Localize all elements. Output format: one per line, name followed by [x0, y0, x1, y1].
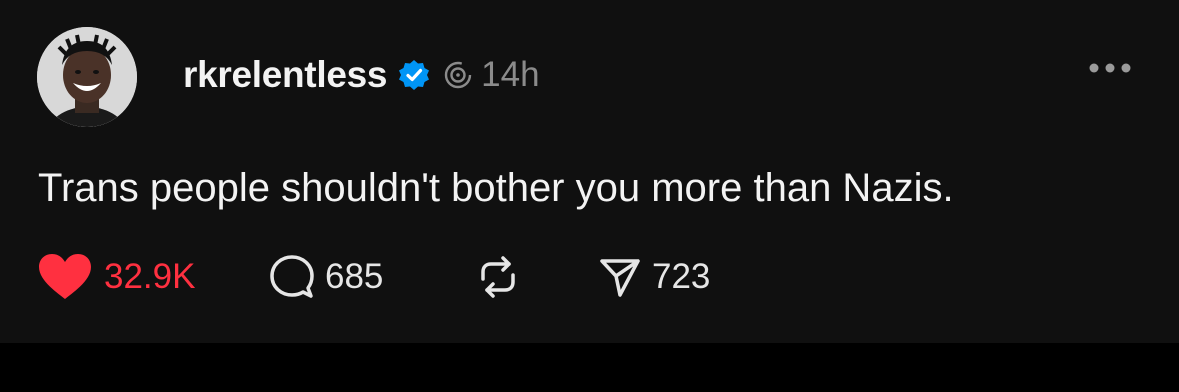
username[interactable]: rkrelentless: [183, 54, 387, 96]
post-card: rkrelentless 14h Trans people shouldn't …: [0, 0, 1179, 343]
verified-badge-icon: [399, 60, 430, 90]
like-button[interactable]: 32.9K: [36, 252, 217, 302]
repost-icon: [481, 256, 515, 298]
comment-bubble-icon: [270, 255, 314, 298]
avatar[interactable]: [37, 27, 137, 127]
reply-count: 685: [325, 257, 384, 296]
post-time: 14h: [481, 55, 540, 94]
like-count: 32.9K: [104, 257, 196, 296]
share-count: 723: [652, 257, 711, 296]
share-button[interactable]: 723: [598, 255, 710, 299]
avatar-image: [37, 27, 137, 127]
post-header: rkrelentless 14h: [183, 50, 540, 100]
bottom-bar: [0, 343, 1179, 392]
threads-spiral-icon: [444, 61, 472, 89]
heart-icon: [39, 254, 91, 299]
send-icon: [600, 259, 640, 297]
post-actions: 32.9K 685 723: [36, 251, 710, 303]
post-text: Trans people shouldn't bother you more t…: [38, 166, 954, 210]
reply-button[interactable]: 685: [269, 254, 476, 300]
repost-button[interactable]: [476, 255, 598, 299]
more-options-icon[interactable]: [1087, 58, 1133, 78]
